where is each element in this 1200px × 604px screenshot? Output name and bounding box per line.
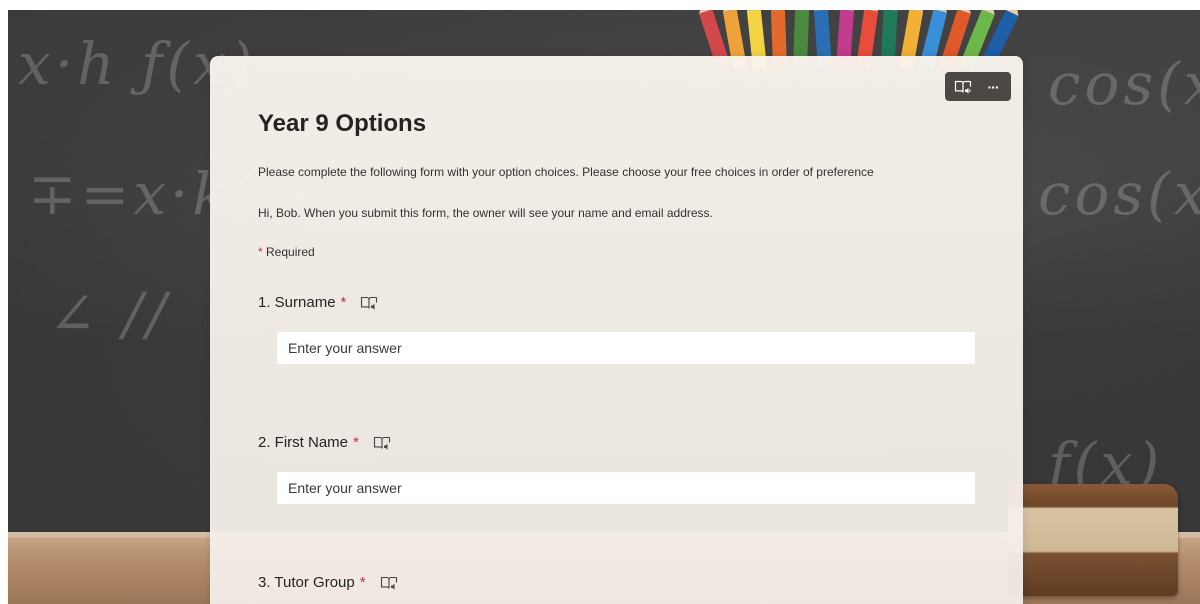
more-options-glyph: ··· <box>987 78 1000 95</box>
more-options-icon[interactable]: ··· <box>983 77 1003 97</box>
form-description: Please complete the following form with … <box>258 165 874 179</box>
surname-input[interactable] <box>277 332 975 364</box>
question-first-name: 2. First Name * <box>258 434 391 451</box>
card-toolbar: ··· <box>945 72 1011 101</box>
immersive-reader-icon[interactable] <box>380 575 398 591</box>
required-asterisk: * <box>359 574 366 591</box>
form-title: Year 9 Options <box>258 110 427 137</box>
required-asterisk: * <box>340 294 347 311</box>
required-asterisk: * <box>353 434 359 451</box>
browser-viewport: x·h ƒ(x) ∓=x·k(ᵉ) ∠ ∕∕ cos(x cos(x ƒ(x) <box>0 0 1200 604</box>
question-surname: 1. Surname * <box>258 294 378 311</box>
book-decoration <box>1008 484 1178 596</box>
required-asterisk: * <box>258 245 263 259</box>
required-legend: * Required <box>258 245 315 259</box>
question-label: 2. First Name <box>258 434 349 451</box>
question-label: 3. Tutor Group <box>258 574 355 591</box>
immersive-reader-icon[interactable] <box>373 435 391 451</box>
question-label: 1. Surname <box>258 294 336 311</box>
required-label: Required <box>266 245 315 259</box>
question-tutor-group: 3. Tutor Group * <box>258 574 398 591</box>
form-card: ··· Year 9 Options Please complete the f… <box>210 56 1023 604</box>
immersive-reader-icon[interactable] <box>360 295 378 311</box>
immersive-reader-icon[interactable] <box>953 77 973 97</box>
first-name-input[interactable] <box>277 472 975 504</box>
identity-notice: Hi, Bob. When you submit this form, the … <box>258 206 713 220</box>
